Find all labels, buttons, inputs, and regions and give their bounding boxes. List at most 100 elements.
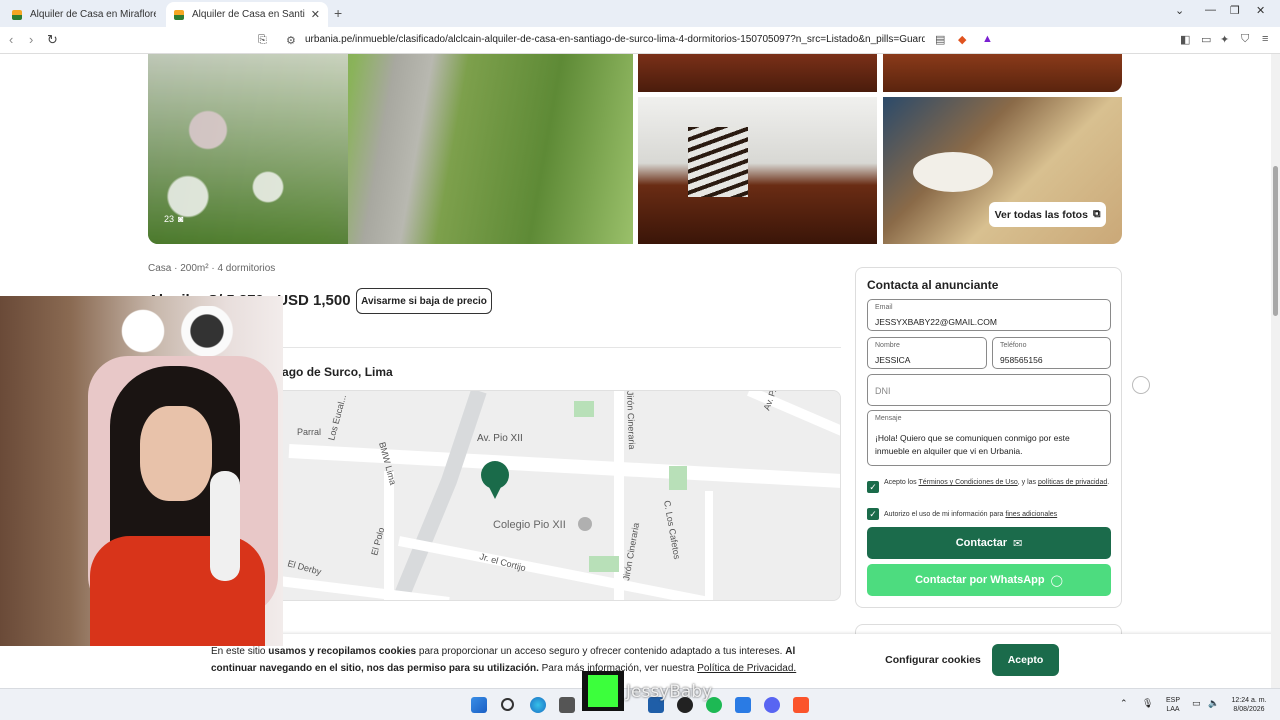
email-field[interactable]: Email JESSYXBABY22@GMAIL.COM — [867, 299, 1111, 331]
message-field[interactable]: Mensaje ¡Hola! Quiero que se comuniquen … — [867, 410, 1111, 466]
bookmark-icon[interactable]: ⎘ — [258, 34, 267, 47]
brave-rewards-icon[interactable]: ▲ — [982, 33, 993, 45]
email-label: Email — [875, 304, 893, 311]
vpn-icon[interactable]: ⛉ — [1241, 33, 1249, 46]
cookie-text: En este sitio usamos y recopilamos cooki… — [211, 643, 811, 677]
shelf-decor-image — [95, 306, 255, 356]
stairs-image — [688, 127, 748, 197]
edge-icon[interactable] — [530, 697, 546, 713]
forward-icon[interactable]: › — [29, 32, 33, 47]
thumbnail-3[interactable] — [638, 97, 877, 244]
urbania-favicon-icon — [12, 9, 22, 20]
app-icon[interactable] — [559, 697, 575, 713]
tab-miraflores[interactable]: Alquiler de Casa en Miraflores - Lima — [4, 2, 164, 27]
clock-date: 8/08/2026 — [1233, 706, 1265, 713]
brave-shields-icon[interactable]: ◆ — [958, 33, 966, 46]
cookie-text-3: para proporcionar un acceso seguro y ofr… — [416, 646, 786, 657]
contact-form-card: Contacta al anunciante Email JESSYXBABY2… — [855, 267, 1122, 608]
minimize-icon[interactable]: — — [1205, 4, 1216, 16]
browser-tab-bar: Alquiler de Casa en Miraflores - Lima Al… — [0, 0, 1280, 27]
brave-icon[interactable] — [793, 697, 809, 713]
ai-assistant-icon[interactable]: ✦ — [1220, 33, 1229, 46]
start-icon[interactable] — [471, 697, 487, 713]
menu-icon[interactable]: ≡ — [1262, 33, 1268, 45]
reader-mode-icon[interactable]: ▤ — [935, 33, 945, 46]
close-window-icon[interactable]: ✕ — [1256, 4, 1265, 17]
accept-cookies-button[interactable]: Acepto — [992, 644, 1059, 676]
message-value: ¡Hola! Quiero que se comuniquen conmigo … — [875, 433, 1070, 456]
tab-list-chevron-icon[interactable]: ⌄ — [1175, 4, 1184, 17]
thumbnail-2[interactable] — [883, 54, 1122, 92]
name-field[interactable]: Nombre JESSICA — [867, 337, 987, 369]
phone-label: Teléfono — [1000, 342, 1027, 349]
url-field[interactable]: ⚙ urbania.pe/inmueble/clasificado/alclca… — [276, 30, 966, 51]
discord-icon[interactable] — [764, 697, 780, 713]
terms-prefix: Acepto los — [884, 479, 919, 486]
additional-use-checkbox[interactable]: ✓ — [867, 508, 879, 520]
new-tab-button[interactable]: + — [334, 5, 342, 21]
privacy-link[interactable]: políticas de privacidad — [1038, 479, 1107, 486]
terms-suffix: . — [1107, 479, 1110, 486]
name-value: JESSICA — [875, 355, 911, 365]
view-all-label: Ver todas las fotos — [994, 208, 1088, 221]
app-store-icon[interactable] — [735, 697, 751, 713]
cookie-privacy-link[interactable]: Política de Privacidad. — [697, 663, 796, 674]
clock[interactable]: 12:24 a. m. 8/08/2026 — [1226, 696, 1272, 714]
additional-prefix: Autorizo el uso de mi información para — [884, 511, 1006, 518]
photo-count-value: 23 — [164, 214, 175, 224]
clock-time: 12:24 a. m. — [1231, 697, 1267, 704]
tray-chevron-icon[interactable]: ⌃ — [1120, 699, 1128, 708]
terms-checkbox[interactable]: ✓ — [867, 481, 879, 493]
mic-tray-icon[interactable]: 🎙 — [1142, 699, 1153, 708]
mail-icon: ✉ — [1013, 537, 1023, 550]
sink-image — [913, 152, 993, 192]
phone-field[interactable]: Teléfono 958565156 — [992, 337, 1111, 369]
view-all-photos-button[interactable]: Ver todas las fotos ⧉ — [989, 202, 1106, 227]
page-scrollbar[interactable] — [1271, 54, 1280, 688]
back-icon[interactable]: ‹ — [9, 32, 13, 47]
streamer-name-overlay: JessyBaby — [626, 682, 713, 702]
name-label: Nombre — [875, 342, 900, 349]
photo-count-badge: 23 ◙ — [164, 214, 183, 224]
street-label: Jirón Cineraria — [625, 391, 637, 450]
scrollbar-thumb[interactable] — [1273, 166, 1278, 316]
wallet-icon[interactable]: ▭ — [1201, 33, 1211, 46]
language-indicator[interactable]: ESP LAA — [1162, 696, 1184, 714]
sidebar-icon[interactable]: ◧ — [1180, 33, 1190, 46]
network-icon[interactable]: ▭ — [1192, 699, 1201, 708]
restore-icon[interactable]: ❐ — [1230, 4, 1240, 17]
configure-cookies-button[interactable]: Configurar cookies — [878, 647, 988, 673]
gallery-icon: ⧉ — [1092, 208, 1101, 220]
street-label: Parral — [297, 427, 321, 437]
message-label: Mensaje — [875, 415, 902, 422]
street-label: Av. Pio XII — [477, 433, 523, 444]
whatsapp-button-label: Contactar por WhatsApp — [915, 574, 1045, 586]
whatsapp-icon: ◯ — [1050, 574, 1063, 587]
terms-mid: , y las — [1017, 479, 1038, 486]
volume-icon[interactable]: 🔈 — [1208, 699, 1219, 708]
whatsapp-button[interactable]: Contactar por WhatsApp ◯ — [867, 564, 1111, 596]
face-image — [140, 406, 212, 501]
search-icon[interactable] — [501, 698, 514, 711]
cookie-text-1: En este sitio — [211, 646, 269, 657]
close-tab-icon[interactable]: ✕ — [311, 8, 320, 21]
tab-title: Alquiler de Casa en Miraflores - Lima — [30, 9, 156, 20]
reload-icon[interactable]: ↻ — [47, 32, 58, 48]
camera-icon: ◙ — [178, 214, 184, 224]
additional-link[interactable]: fines adicionales — [1005, 511, 1057, 518]
dni-field[interactable]: DNI — [867, 374, 1111, 406]
contact-button[interactable]: Contactar ✉ — [867, 527, 1111, 559]
email-value: JESSYXBABY22@GMAIL.COM — [875, 317, 998, 327]
url-text: urbania.pe/inmueble/clasificado/alclcain… — [305, 34, 925, 45]
contact-title: Contacta al anunciante — [867, 278, 999, 292]
map-poi-label: Colegio Pio XII — [493, 519, 566, 531]
dni-placeholder: DNI — [875, 386, 891, 396]
contact-button-label: Contactar — [955, 537, 1008, 549]
price-alert-button[interactable]: Avisarme si baja de precio — [356, 288, 492, 314]
site-info-icon[interactable]: ⚙ — [286, 34, 296, 47]
cursor-ring-icon — [1132, 376, 1150, 394]
main-photo[interactable] — [148, 54, 633, 244]
tab-santiago[interactable]: Alquiler de Casa en Santiago de ✕ — [166, 2, 328, 27]
terms-link[interactable]: Términos y Condiciones de Uso — [919, 479, 1018, 486]
thumbnail-1[interactable] — [638, 54, 877, 92]
